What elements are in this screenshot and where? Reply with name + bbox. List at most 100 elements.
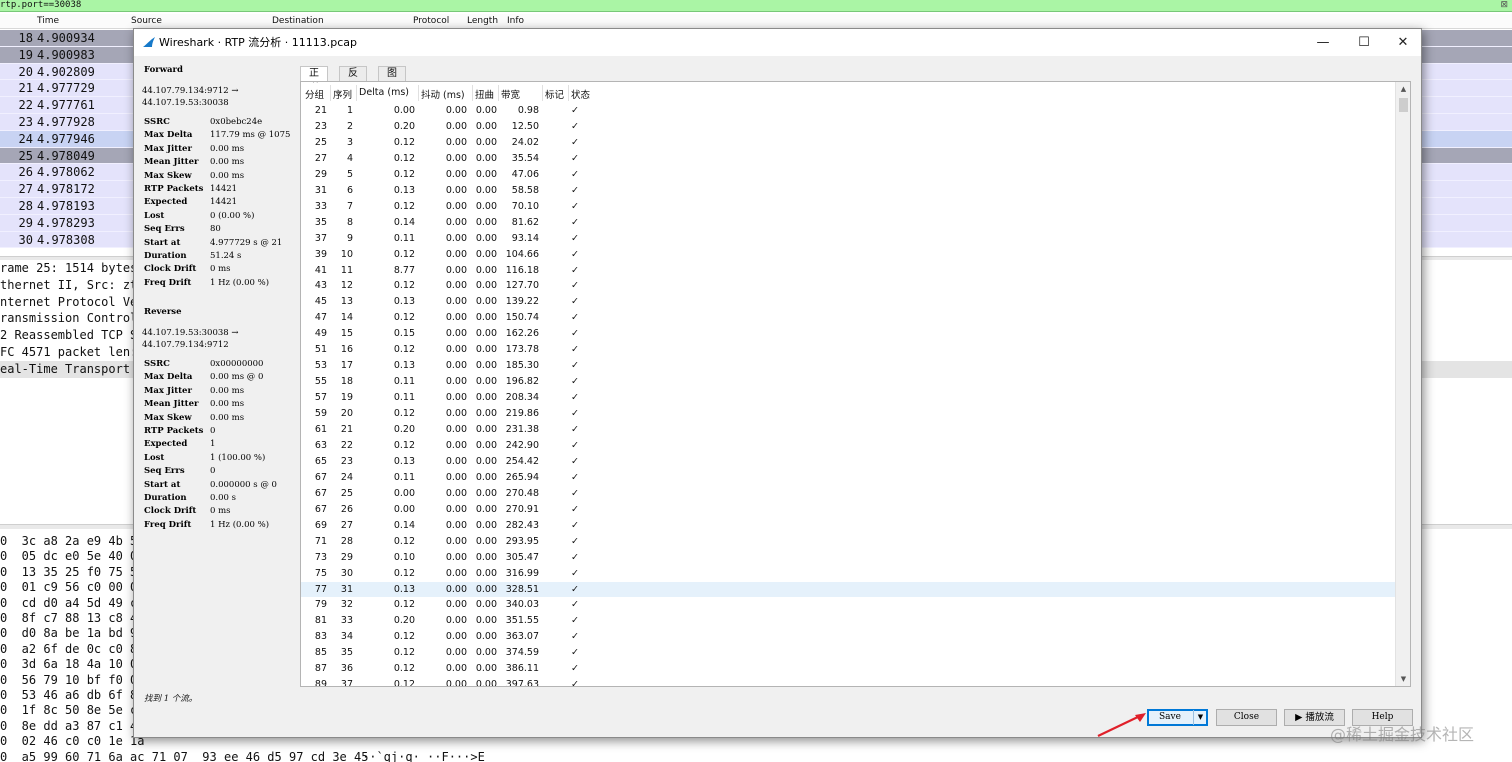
column-header-jitter[interactable]: 抖动 (ms) bbox=[421, 87, 465, 101]
detail-tree-item[interactable]: nternet Protocol Ver bbox=[0, 294, 145, 311]
table-row[interactable]: 61 21 0.20 0.00 0.00 231.38 ✓ bbox=[301, 422, 1395, 438]
table-row[interactable]: 21 1 0.00 0.00 0.00 0.98 ✓ bbox=[301, 103, 1395, 119]
table-row[interactable]: 51 16 0.12 0.00 0.00 173.78 ✓ bbox=[301, 342, 1395, 358]
table-row[interactable]: 57 19 0.11 0.00 0.00 208.34 ✓ bbox=[301, 390, 1395, 406]
scrollbar-thumb[interactable] bbox=[1399, 98, 1408, 112]
column-divider[interactable] bbox=[330, 85, 331, 101]
hex-dump-line[interactable]: 0 05 dc e0 5e 40 00 bbox=[0, 549, 145, 565]
save-dropdown-icon[interactable]: ▼ bbox=[1193, 710, 1207, 725]
column-divider[interactable] bbox=[568, 85, 569, 101]
table-row[interactable]: 83 34 0.12 0.00 0.00 363.07 ✓ bbox=[301, 629, 1395, 645]
table-row[interactable]: 53 17 0.13 0.00 0.00 185.30 ✓ bbox=[301, 358, 1395, 374]
scroll-up-icon[interactable]: ▲ bbox=[1396, 82, 1410, 96]
table-row[interactable]: 49 15 0.15 0.00 0.00 162.26 ✓ bbox=[301, 326, 1395, 342]
column-header-status[interactable]: 状态 bbox=[571, 87, 590, 101]
stat-label: Max Skew bbox=[144, 170, 192, 181]
hex-dump-line[interactable]: 0 cd d0 a4 5d 49 c7 bbox=[0, 596, 145, 612]
column-divider[interactable] bbox=[542, 85, 543, 101]
hex-dump-line[interactable]: 0 13 35 25 f0 75 56 bbox=[0, 565, 145, 581]
detail-tree-item[interactable]: thernet II, Src: zte bbox=[0, 277, 145, 294]
table-row[interactable]: 81 33 0.20 0.00 0.00 351.55 ✓ bbox=[301, 613, 1395, 629]
table-row[interactable]: 39 10 0.12 0.00 0.00 104.66 ✓ bbox=[301, 247, 1395, 263]
table-row[interactable]: 41 11 8.77 0.00 0.00 116.18 ✓ bbox=[301, 263, 1395, 279]
tab-forward[interactable]: 正向 bbox=[300, 66, 328, 93]
table-row[interactable]: 37 9 0.11 0.00 0.00 93.14 ✓ bbox=[301, 231, 1395, 247]
column-divider[interactable] bbox=[498, 85, 499, 101]
table-row[interactable]: 77 31 0.13 0.00 0.00 328.51 ✓ bbox=[301, 581, 1395, 598]
column-header-length[interactable]: Length bbox=[467, 14, 498, 29]
hex-dump-line[interactable]: 0 53 46 a6 db 6f 84 bbox=[0, 688, 145, 704]
column-header-marker[interactable]: 标记 bbox=[545, 87, 564, 101]
table-row[interactable]: 59 20 0.12 0.00 0.00 219.86 ✓ bbox=[301, 406, 1395, 422]
table-row[interactable]: 31 6 0.13 0.00 0.00 58.58 ✓ bbox=[301, 183, 1395, 199]
hex-dump-line[interactable]: 0 3c a8 2a e9 4b 50 bbox=[0, 534, 145, 550]
table-row[interactable]: 71 28 0.12 0.00 0.00 293.95 ✓ bbox=[301, 534, 1395, 550]
scroll-down-icon[interactable]: ▼ bbox=[1396, 672, 1410, 686]
table-row[interactable]: 75 30 0.12 0.00 0.00 316.99 ✓ bbox=[301, 566, 1395, 582]
table-row[interactable]: 67 24 0.11 0.00 0.00 265.94 ✓ bbox=[301, 470, 1395, 486]
column-header-protocol[interactable]: Protocol bbox=[413, 14, 449, 29]
table-row[interactable]: 23 2 0.20 0.00 0.00 12.50 ✓ bbox=[301, 119, 1395, 135]
tab-reverse[interactable]: 反向 bbox=[339, 66, 367, 93]
detail-tree-item[interactable]: rame 25: 1514 bytes bbox=[0, 260, 137, 277]
hex-dump-line[interactable]: 0 8f c7 88 13 c8 4a bbox=[0, 611, 145, 627]
column-header-sequence[interactable]: 序列 bbox=[333, 87, 352, 101]
table-row[interactable]: 35 8 0.14 0.00 0.00 81.62 ✓ bbox=[301, 215, 1395, 231]
column-divider[interactable] bbox=[472, 85, 473, 101]
maximize-icon[interactable]: ☐ bbox=[1345, 29, 1383, 56]
table-row[interactable]: 25 3 0.12 0.00 0.00 24.02 ✓ bbox=[301, 135, 1395, 151]
table-row[interactable]: 89 37 0.12 0.00 0.00 397.63 ✓ bbox=[301, 677, 1395, 686]
hex-dump-line[interactable]: 0 3d 6a 18 4a 10 06 bbox=[0, 657, 145, 673]
table-row[interactable]: 79 32 0.12 0.00 0.00 340.03 ✓ bbox=[301, 597, 1395, 613]
tab-graph[interactable]: 图形 bbox=[378, 66, 406, 93]
table-row[interactable]: 67 25 0.00 0.00 0.00 270.48 ✓ bbox=[301, 486, 1395, 502]
clear-filter-icon[interactable]: ⊠ bbox=[1500, 0, 1508, 11]
column-header-packet[interactable]: 分组 bbox=[305, 87, 324, 101]
table-row[interactable]: 69 27 0.14 0.00 0.00 282.43 ✓ bbox=[301, 518, 1395, 534]
hex-dump-line[interactable]: 0 02 46 c0 c0 1e 1a bbox=[0, 734, 145, 750]
detail-tree-item[interactable]: FC 4571 packet len: bbox=[0, 344, 137, 361]
hex-dump-line[interactable]: 0 1f 8c 50 8e 5e cd bbox=[0, 703, 145, 719]
column-header-time[interactable]: Time bbox=[37, 14, 59, 29]
display-filter-text[interactable]: rtp.port==30038 bbox=[0, 0, 81, 10]
minimize-icon[interactable]: — bbox=[1304, 29, 1342, 56]
hex-dump-line[interactable]: 0 56 79 10 bf f0 00 bbox=[0, 673, 145, 689]
table-body[interactable]: 21 1 0.00 0.00 0.00 0.98 ✓ 23 2 0.20 0.00 0.00 12.50… bbox=[301, 103, 1395, 686]
table-row[interactable]: 47 14 0.12 0.00 0.00 150.74 ✓ bbox=[301, 310, 1395, 326]
hex-dump-line[interactable]: 0 d0 8a be 1a bd 97 bbox=[0, 626, 145, 642]
table-row[interactable]: 55 18 0.11 0.00 0.00 196.82 ✓ bbox=[301, 374, 1395, 390]
dialog-title-bar[interactable]: Wireshark · RTP 流分析 · 11113.pcap — ☐ ✕ bbox=[134, 29, 1421, 56]
table-row[interactable]: 85 35 0.12 0.00 0.00 374.59 ✓ bbox=[301, 645, 1395, 661]
close-button[interactable]: Close bbox=[1216, 709, 1277, 726]
hex-dump-line[interactable]: 0 8e dd a3 87 c1 42 bbox=[0, 719, 145, 735]
table-row[interactable]: 43 12 0.12 0.00 0.00 127.70 ✓ bbox=[301, 278, 1395, 294]
table-row[interactable]: 65 23 0.13 0.00 0.00 254.42 ✓ bbox=[301, 454, 1395, 470]
column-divider[interactable] bbox=[418, 85, 419, 101]
save-button-label[interactable]: Save bbox=[1148, 710, 1192, 725]
table-row[interactable]: 87 36 0.12 0.00 0.00 386.11 ✓ bbox=[301, 661, 1395, 677]
table-row[interactable]: 27 4 0.12 0.00 0.00 35.54 ✓ bbox=[301, 151, 1395, 167]
vertical-scrollbar[interactable]: ▲ ▼ bbox=[1395, 82, 1410, 686]
table-row[interactable]: 67 26 0.00 0.00 0.00 270.91 ✓ bbox=[301, 502, 1395, 518]
table-row[interactable]: 29 5 0.12 0.00 0.00 47.06 ✓ bbox=[301, 167, 1395, 183]
table-row[interactable]: 63 22 0.12 0.00 0.00 242.90 ✓ bbox=[301, 438, 1395, 454]
column-divider[interactable] bbox=[356, 85, 357, 101]
table-row[interactable]: 45 13 0.13 0.00 0.00 139.22 ✓ bbox=[301, 294, 1395, 310]
column-header-skew[interactable]: 扭曲 bbox=[475, 87, 494, 101]
column-header-bandwidth[interactable]: 带宽 bbox=[501, 87, 520, 101]
detail-tree-item[interactable]: ransmission Control bbox=[0, 310, 137, 327]
table-row[interactable]: 33 7 0.12 0.00 0.00 70.10 ✓ bbox=[301, 199, 1395, 215]
rtp-packet-table[interactable]: 分组 序列 Delta (ms) 抖动 (ms) 扭曲 带宽 标记 状态 ^ 21 1 0.00 0.… bbox=[300, 81, 1411, 687]
hex-dump-line[interactable]: 0 a2 6f de 0c c0 89 bbox=[0, 642, 145, 658]
column-header-delta[interactable]: Delta (ms) bbox=[359, 87, 409, 98]
table-row[interactable]: 73 29 0.10 0.00 0.00 305.47 ✓ bbox=[301, 550, 1395, 566]
hex-dump-line[interactable]: 0 01 c9 56 c0 00 00 bbox=[0, 580, 145, 596]
column-header-info[interactable]: Info bbox=[507, 14, 524, 29]
close-window-icon[interactable]: ✕ bbox=[1384, 29, 1422, 56]
detail-tree-item[interactable]: 2 Reassembled TCP Se bbox=[0, 327, 145, 344]
save-button[interactable]: Save ▼ bbox=[1147, 709, 1208, 726]
hex-dump-line[interactable]: 0 a5 99 60 71 6a ac 71 07 93 ee 46 d5 97… bbox=[0, 750, 485, 762]
column-header-destination[interactable]: Destination bbox=[272, 14, 324, 29]
display-filter-bar[interactable]: rtp.port==30038 ⊠ bbox=[0, 0, 1512, 12]
column-header-source[interactable]: Source bbox=[131, 14, 162, 29]
